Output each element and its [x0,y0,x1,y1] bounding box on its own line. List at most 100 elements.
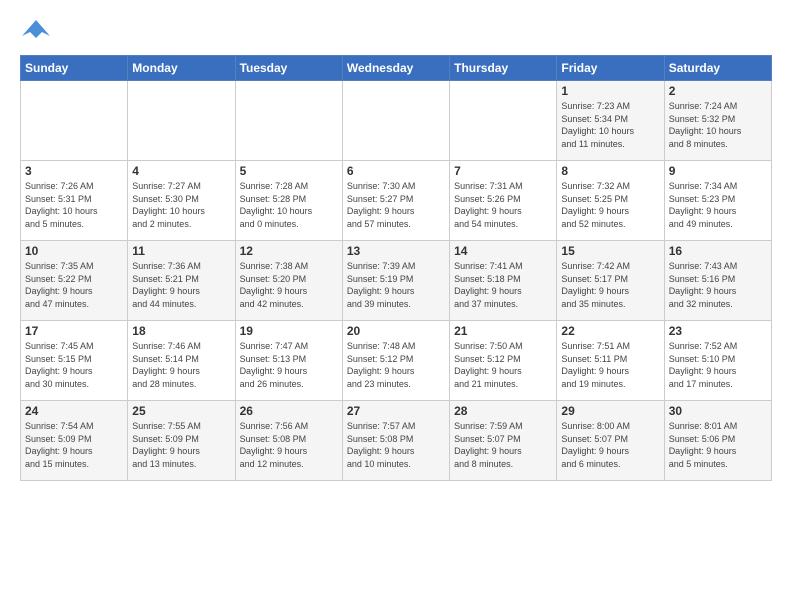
day-number: 13 [347,244,445,258]
day-number: 26 [240,404,338,418]
day-number: 5 [240,164,338,178]
day-number: 2 [669,84,767,98]
week-row-2: 10 Sunrise: 7:35 AM Sunset: 5:22 PM Dayli… [21,241,772,321]
day-cell: 19 Sunrise: 7:47 AM Sunset: 5:13 PM Dayli… [235,321,342,401]
day-info: Sunrise: 7:32 AM Sunset: 5:25 PM Dayligh… [561,180,659,230]
col-header-thursday: Thursday [450,56,557,81]
day-info: Sunrise: 7:34 AM Sunset: 5:23 PM Dayligh… [669,180,767,230]
logo [20,16,50,45]
day-cell: 11 Sunrise: 7:36 AM Sunset: 5:21 PM Dayli… [128,241,235,321]
week-row-1: 3 Sunrise: 7:26 AM Sunset: 5:31 PM Daylig… [21,161,772,241]
header-row: SundayMondayTuesdayWednesdayThursdayFrid… [21,56,772,81]
day-info: Sunrise: 7:51 AM Sunset: 5:11 PM Dayligh… [561,340,659,390]
day-cell: 9 Sunrise: 7:34 AM Sunset: 5:23 PM Daylig… [664,161,771,241]
day-number: 7 [454,164,552,178]
day-cell: 16 Sunrise: 7:43 AM Sunset: 5:16 PM Dayli… [664,241,771,321]
day-info: Sunrise: 7:50 AM Sunset: 5:12 PM Dayligh… [454,340,552,390]
day-info: Sunrise: 7:48 AM Sunset: 5:12 PM Dayligh… [347,340,445,390]
day-cell: 18Sunrise: 7:46 AM Sunset: 5:14 PM Dayli… [128,321,235,401]
day-cell: 28Sunrise: 7:59 AM Sunset: 5:07 PM Dayli… [450,401,557,481]
day-number: 22 [561,324,659,338]
day-info: Sunrise: 7:47 AM Sunset: 5:13 PM Dayligh… [240,340,338,390]
day-cell: 12 Sunrise: 7:38 AM Sunset: 5:20 PM Dayli… [235,241,342,321]
calendar-table: SundayMondayTuesdayWednesdayThursdayFrid… [20,55,772,481]
day-info: Sunrise: 7:57 AM Sunset: 5:08 PM Dayligh… [347,420,445,470]
header [20,16,772,45]
day-cell: 1Sunrise: 7:23 AM Sunset: 5:34 PM Daylig… [557,81,664,161]
day-cell: 13 Sunrise: 7:39 AM Sunset: 5:19 PM Dayli… [342,241,449,321]
day-number: 29 [561,404,659,418]
day-cell [342,81,449,161]
day-number: 18 [132,324,230,338]
day-number: 1 [561,84,659,98]
day-cell: 7 Sunrise: 7:31 AM Sunset: 5:26 PM Daylig… [450,161,557,241]
day-number: 16 [669,244,767,258]
day-cell [128,81,235,161]
day-info: Sunrise: 7:41 AM Sunset: 5:18 PM Dayligh… [454,260,552,310]
day-cell: 27 Sunrise: 7:57 AM Sunset: 5:08 PM Dayli… [342,401,449,481]
day-cell: 14 Sunrise: 7:41 AM Sunset: 5:18 PM Dayli… [450,241,557,321]
day-info: Sunrise: 7:24 AM Sunset: 5:32 PM Dayligh… [669,100,767,150]
day-number: 27 [347,404,445,418]
day-info: Sunrise: 7:31 AM Sunset: 5:26 PM Dayligh… [454,180,552,230]
day-info: Sunrise: 7:27 AM Sunset: 5:30 PM Dayligh… [132,180,230,230]
col-header-wednesday: Wednesday [342,56,449,81]
day-cell: 2 Sunrise: 7:24 AM Sunset: 5:32 PM Daylig… [664,81,771,161]
day-info: Sunrise: 7:55 AM Sunset: 5:09 PM Dayligh… [132,420,230,470]
day-number: 14 [454,244,552,258]
day-number: 15 [561,244,659,258]
day-number: 20 [347,324,445,338]
day-number: 3 [25,164,123,178]
day-info: Sunrise: 8:00 AM Sunset: 5:07 PM Dayligh… [561,420,659,470]
day-number: 21 [454,324,552,338]
day-number: 4 [132,164,230,178]
day-info: Sunrise: 7:56 AM Sunset: 5:08 PM Dayligh… [240,420,338,470]
day-cell [21,81,128,161]
logo-text [20,16,50,49]
col-header-monday: Monday [128,56,235,81]
day-info: Sunrise: 7:30 AM Sunset: 5:27 PM Dayligh… [347,180,445,230]
day-number: 23 [669,324,767,338]
day-info: Sunrise: 7:45 AM Sunset: 5:15 PM Dayligh… [25,340,123,390]
day-cell: 23 Sunrise: 7:52 AM Sunset: 5:10 PM Dayli… [664,321,771,401]
day-info: Sunrise: 7:43 AM Sunset: 5:16 PM Dayligh… [669,260,767,310]
day-info: Sunrise: 7:38 AM Sunset: 5:20 PM Dayligh… [240,260,338,310]
day-number: 6 [347,164,445,178]
col-header-tuesday: Tuesday [235,56,342,81]
day-cell: 4 Sunrise: 7:27 AM Sunset: 5:30 PM Daylig… [128,161,235,241]
day-cell: 24 Sunrise: 7:54 AM Sunset: 5:09 PM Dayli… [21,401,128,481]
day-number: 12 [240,244,338,258]
day-cell: 3 Sunrise: 7:26 AM Sunset: 5:31 PM Daylig… [21,161,128,241]
week-row-3: 17Sunrise: 7:45 AM Sunset: 5:15 PM Dayli… [21,321,772,401]
day-cell: 6 Sunrise: 7:30 AM Sunset: 5:27 PM Daylig… [342,161,449,241]
day-info: Sunrise: 7:39 AM Sunset: 5:19 PM Dayligh… [347,260,445,310]
day-number: 11 [132,244,230,258]
day-cell: 8 Sunrise: 7:32 AM Sunset: 5:25 PM Daylig… [557,161,664,241]
day-number: 25 [132,404,230,418]
day-info: Sunrise: 7:36 AM Sunset: 5:21 PM Dayligh… [132,260,230,310]
col-header-sunday: Sunday [21,56,128,81]
day-cell [450,81,557,161]
day-cell: 17Sunrise: 7:45 AM Sunset: 5:15 PM Dayli… [21,321,128,401]
day-info: Sunrise: 7:52 AM Sunset: 5:10 PM Dayligh… [669,340,767,390]
day-number: 30 [669,404,767,418]
day-info: Sunrise: 7:42 AM Sunset: 5:17 PM Dayligh… [561,260,659,310]
day-cell [235,81,342,161]
col-header-friday: Friday [557,56,664,81]
day-cell: 25 Sunrise: 7:55 AM Sunset: 5:09 PM Dayli… [128,401,235,481]
day-info: Sunrise: 7:54 AM Sunset: 5:09 PM Dayligh… [25,420,123,470]
day-info: Sunrise: 7:26 AM Sunset: 5:31 PM Dayligh… [25,180,123,230]
day-number: 19 [240,324,338,338]
week-row-0: 1Sunrise: 7:23 AM Sunset: 5:34 PM Daylig… [21,81,772,161]
day-cell: 22 Sunrise: 7:51 AM Sunset: 5:11 PM Dayli… [557,321,664,401]
day-number: 9 [669,164,767,178]
page: SundayMondayTuesdayWednesdayThursdayFrid… [0,0,792,491]
day-cell: 26 Sunrise: 7:56 AM Sunset: 5:08 PM Dayli… [235,401,342,481]
day-number: 8 [561,164,659,178]
day-info: Sunrise: 7:35 AM Sunset: 5:22 PM Dayligh… [25,260,123,310]
day-number: 10 [25,244,123,258]
day-number: 24 [25,404,123,418]
day-cell: 29 Sunrise: 8:00 AM Sunset: 5:07 PM Dayli… [557,401,664,481]
week-row-4: 24 Sunrise: 7:54 AM Sunset: 5:09 PM Dayli… [21,401,772,481]
day-info: Sunrise: 8:01 AM Sunset: 5:06 PM Dayligh… [669,420,767,470]
